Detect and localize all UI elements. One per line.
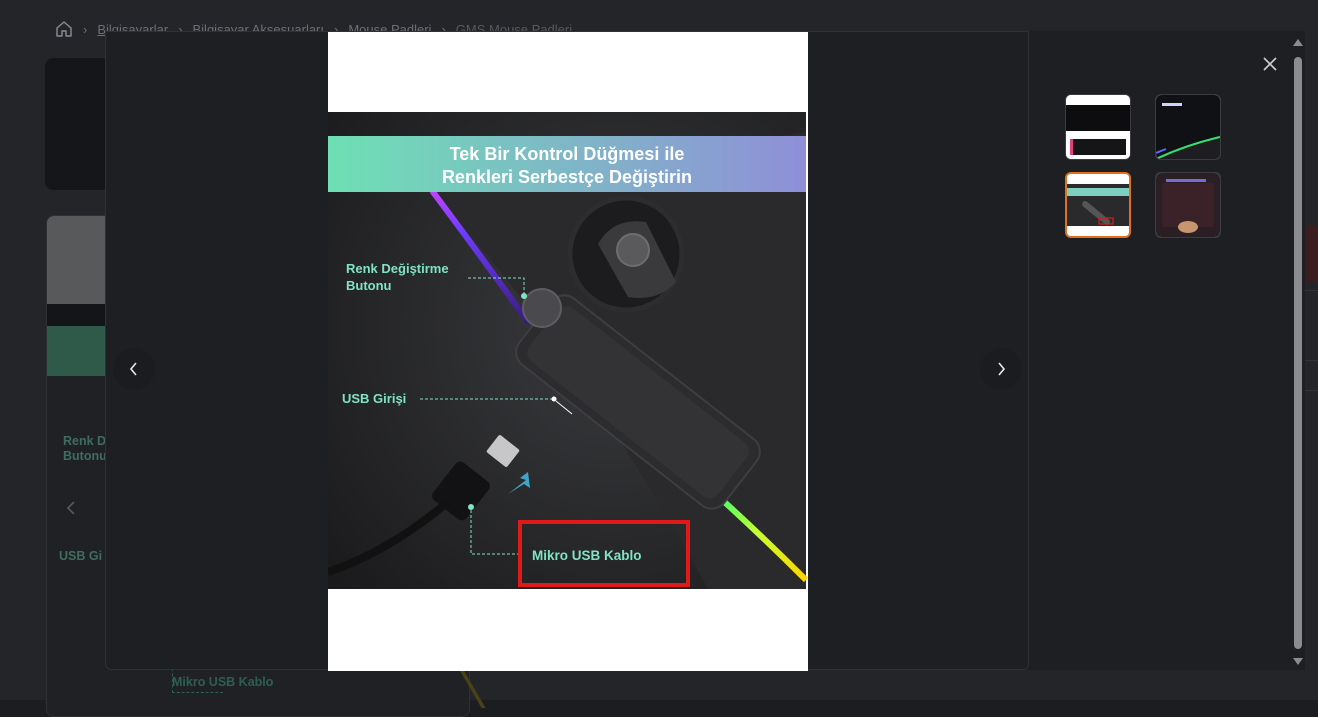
scroll-up-arrow[interactable] <box>1293 39 1303 46</box>
callout-usb: USB Girişi <box>342 391 406 406</box>
image-viewer: Tek Bir Kontrol Düğmesi ile Renkleri Ser… <box>105 31 1029 671</box>
background-label: Renk D <box>63 434 107 448</box>
next-image-button[interactable] <box>980 348 1022 390</box>
thumbnail-3[interactable] <box>1065 172 1131 238</box>
background-label: Butonu <box>63 449 107 463</box>
chevron-right-icon: › <box>83 21 88 37</box>
home-icon[interactable] <box>55 20 73 38</box>
page-scrollbar[interactable] <box>1291 35 1305 667</box>
chevron-right-icon <box>996 362 1006 376</box>
callout-button-line-2: Butonu <box>346 278 392 293</box>
scroll-thumb[interactable] <box>1294 57 1302 649</box>
close-button[interactable] <box>1257 51 1283 77</box>
callout-button-line-1: Renk Değiştirme <box>346 261 449 276</box>
chevron-left-icon <box>58 494 86 522</box>
background-label: Mikro USB Kablo <box>172 675 274 689</box>
banner-line-1: Tek Bir Kontrol Düğmesi ile <box>450 144 685 164</box>
banner-line-2: Renkleri Serbestçe Değiştirin <box>442 167 692 187</box>
thumbnail-1[interactable] <box>1065 94 1131 160</box>
callout-cable: Mikro USB Kablo <box>532 548 642 563</box>
previous-image-button[interactable] <box>113 348 155 390</box>
image-gallery-modal: Tek Bir Kontrol Düğmesi ile Renkleri Ser… <box>105 31 1305 671</box>
background-label: USB Gi <box>59 549 103 563</box>
close-icon <box>1263 57 1277 71</box>
thumbnail-4[interactable] <box>1155 172 1221 238</box>
scroll-down-arrow[interactable] <box>1293 658 1303 665</box>
chevron-left-icon <box>129 362 139 376</box>
thumbnail-2[interactable] <box>1155 94 1221 160</box>
main-product-image: Tek Bir Kontrol Düğmesi ile Renkleri Ser… <box>328 32 808 671</box>
